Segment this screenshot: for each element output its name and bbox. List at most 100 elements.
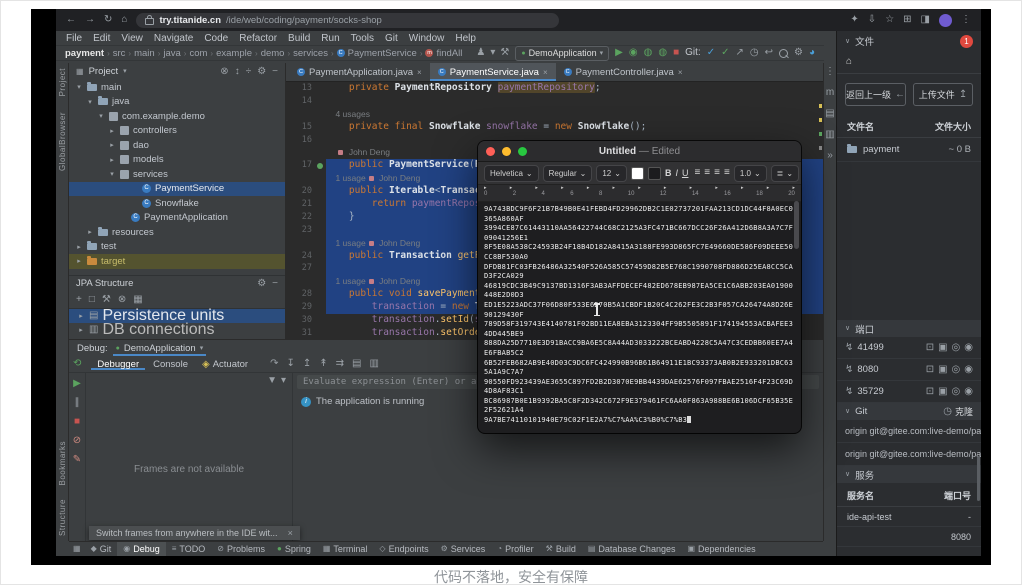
sidebar-scrollbar[interactable] — [977, 456, 980, 501]
download-icon[interactable]: ⇩ — [868, 15, 876, 25]
tree-item-resources[interactable]: ▸resources — [69, 225, 285, 240]
notifications-panel-icon[interactable]: ▥ — [825, 130, 834, 140]
layout-settings-icon[interactable]: ▥ — [369, 359, 378, 369]
home-icon[interactable]: ⌂ — [121, 15, 127, 25]
align-justify-icon[interactable]: ≡ — [724, 168, 730, 178]
tool-strip-bookmarks[interactable]: Bookmarks — [58, 441, 67, 486]
breadcrumb-item-payment[interactable]: payment — [65, 48, 104, 59]
settings-gear-icon[interactable]: ⚙ — [794, 48, 803, 58]
debug-bug-icon[interactable]: ◉ — [629, 48, 638, 58]
upload-file-button[interactable]: 上传文件 ↥ — [913, 83, 973, 106]
copy-port-icon[interactable]: ▣ — [938, 343, 947, 353]
textedit-scrollbar[interactable] — [794, 201, 799, 249]
tree-item-snowflake[interactable]: CSnowflake — [69, 196, 285, 211]
statusbar-item-dependencies[interactable]: ▣Dependencies — [681, 542, 761, 557]
tab-stop-icon[interactable]: ▸ — [767, 186, 770, 191]
open-external-icon[interactable]: ⊡ — [926, 343, 934, 353]
tree-item-test[interactable]: ▸test — [69, 240, 285, 255]
port-row-35729[interactable]: ↯35729⊡▣◎◉ — [837, 381, 981, 403]
tab-paymentapplication-java[interactable]: CPaymentApplication.java× — [289, 63, 430, 81]
statusbar-item-database-changes[interactable]: ▤Database Changes — [582, 542, 682, 557]
line-spacing-select[interactable]: 1.0⌄ — [734, 165, 767, 182]
tab-paymentservice-java[interactable]: CPaymentService.java× — [430, 63, 556, 81]
address-bar[interactable]: try.titanide.cn/ide/web/coding/payment/s… — [136, 13, 559, 28]
debug-config-tab[interactable]: ● DemoApplication ▾ — [113, 340, 207, 356]
menu-navigate[interactable]: Navigate — [154, 33, 193, 44]
side-panel-icon[interactable]: ◨ — [921, 15, 930, 25]
profiler-run-icon[interactable]: ◍ — [658, 48, 667, 58]
password-key-icon[interactable]: ✦ — [850, 15, 858, 25]
align-center-icon[interactable]: ≡ — [704, 168, 710, 178]
tab-stop-icon[interactable]: ▸ — [613, 186, 616, 191]
menu-build[interactable]: Build — [288, 33, 310, 44]
resume-icon[interactable]: ▶ — [73, 379, 81, 389]
tab-stop-icon[interactable]: ▸ — [561, 186, 564, 191]
debug-tab-actuator[interactable]: ◈Actuator — [196, 359, 254, 370]
tree-item-models[interactable]: ▸models — [69, 153, 285, 168]
git-remote-row-1[interactable]: origin git@gitee.com:live-demo/payme... — [837, 420, 981, 443]
git-update-icon[interactable]: ✓ — [707, 48, 715, 58]
tab-stop-icon[interactable]: ▸ — [587, 186, 590, 191]
italic-button[interactable]: I — [675, 168, 678, 178]
align-right-icon[interactable]: ≡ — [714, 168, 720, 178]
open-external-icon[interactable]: ⊡ — [926, 365, 934, 375]
step-out-icon[interactable]: ↥ — [303, 359, 311, 369]
statusbar-item-todo[interactable]: ≡TODO — [166, 542, 212, 557]
breadcrumb-item-java[interactable]: java — [163, 48, 180, 59]
user-caret-icon[interactable]: ▾ — [490, 48, 495, 58]
extensions-icon[interactable]: ⊞ — [903, 15, 911, 25]
menu-window[interactable]: Window — [409, 33, 445, 44]
locate-icon[interactable]: ⊗ — [220, 67, 228, 77]
service-row-2[interactable]: 8080 — [837, 527, 981, 547]
project-title-caret-icon[interactable]: ▾ — [123, 68, 127, 75]
panel-settings-icon[interactable]: ⚙ — [257, 67, 266, 77]
menu-refactor[interactable]: Refactor — [239, 33, 277, 44]
menu-edit[interactable]: Edit — [93, 33, 110, 44]
jpa-settings-icon[interactable]: ⚙ — [257, 279, 266, 289]
port-preview-icon[interactable]: ◎ — [952, 365, 961, 375]
copy-port-icon[interactable]: ▣ — [938, 387, 947, 397]
statusbar-item-endpoints[interactable]: ◇Endpoints — [373, 542, 434, 557]
menu-help[interactable]: Help — [455, 33, 476, 44]
stop-program-icon[interactable]: ■ — [74, 417, 80, 427]
port-preview-icon[interactable]: ◎ — [952, 387, 961, 397]
step-into-icon[interactable]: ↧ — [286, 359, 294, 369]
port-power-icon[interactable]: ◉ — [964, 343, 973, 353]
ports-section-header[interactable]: ∨ 端口 — [837, 320, 981, 337]
bold-button[interactable]: B — [665, 168, 672, 178]
jpa-table-icon[interactable]: ▦ — [133, 295, 142, 305]
code-line[interactable]: 15 private final Snowflake snowflake = n… — [286, 121, 823, 134]
menu-view[interactable]: View — [121, 33, 143, 44]
tree-item-com-example-demo[interactable]: ▾com.example.demo — [69, 109, 285, 124]
menu-tools[interactable]: Tools — [351, 33, 374, 44]
build-hammer-icon[interactable]: ⚒ — [500, 48, 509, 58]
jpa-hide-icon[interactable]: − — [272, 279, 278, 289]
run-icon[interactable]: ▶ — [615, 48, 623, 58]
copy-port-icon[interactable]: ▣ — [938, 365, 947, 375]
debug-tab-debugger[interactable]: Debugger — [91, 359, 145, 370]
profile-avatar[interactable] — [939, 14, 952, 27]
run-config-select[interactable]: ● DemoApplication ▾ — [515, 46, 609, 61]
forward-icon[interactable]: → — [85, 15, 95, 25]
textedit-window[interactable]: Untitled — Edited Helvetica⌄ Regular⌄ 12… — [478, 141, 801, 433]
rollback-icon[interactable]: ↩ — [765, 48, 773, 58]
more-options-icon[interactable]: ⋮ — [825, 67, 835, 77]
tab-close-icon[interactable]: × — [543, 68, 548, 77]
git-push-icon[interactable]: ↗ — [735, 48, 743, 58]
breadcrumb-item-com[interactable]: com — [189, 48, 207, 59]
rerun-icon[interactable]: ⟲ — [73, 359, 81, 369]
align-left-icon[interactable]: ≡ — [694, 168, 700, 178]
coverage-icon[interactable]: ◍ — [644, 48, 653, 58]
tree-item-main[interactable]: ▾main — [69, 80, 285, 95]
statusbar-item-problems[interactable]: ⊘Problems — [211, 542, 271, 557]
git-section-header[interactable]: ∨ Git ◷ 克隆 — [837, 403, 981, 420]
statusbar-item-services[interactable]: ⚙Services — [435, 542, 492, 557]
files-collapse-icon[interactable]: ∨ — [845, 38, 850, 45]
jpa-folder-icon[interactable]: □ — [89, 295, 95, 305]
tree-item-java[interactable]: ▾java — [69, 95, 285, 110]
font-family-select[interactable]: Helvetica⌄ — [484, 165, 539, 182]
breadcrumb-item-paymentservice[interactable]: CPaymentService — [337, 48, 417, 59]
database-icon[interactable]: ▤ — [825, 109, 834, 119]
tool-strip-globalbrowser[interactable]: GlobalBrowser — [58, 112, 67, 171]
evaluate-icon[interactable]: ✎ — [73, 455, 81, 465]
